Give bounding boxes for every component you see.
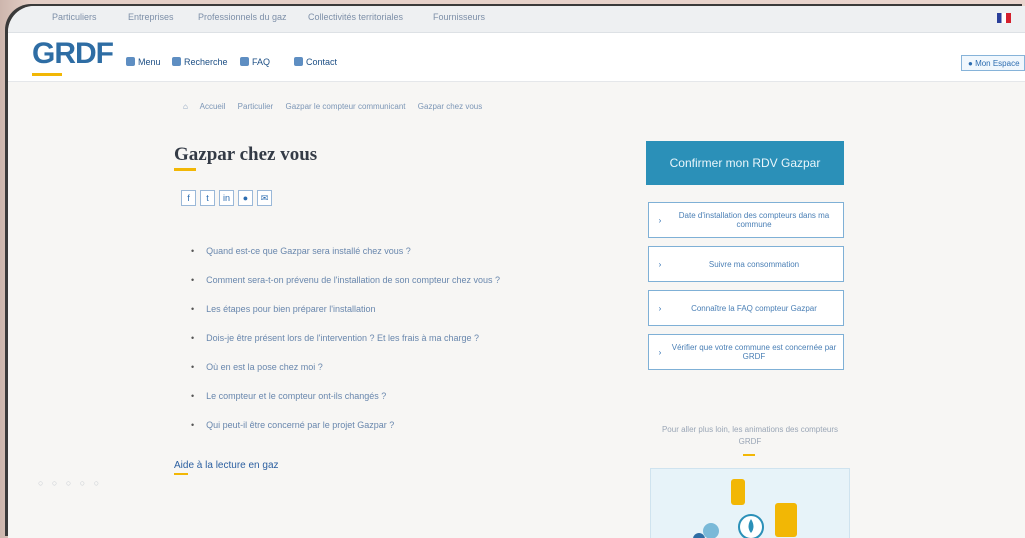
topnav-item-particuliers[interactable]: Particuliers	[52, 12, 97, 22]
nav-faq-label: FAQ	[252, 57, 271, 67]
nav-contact-label: Contact	[306, 57, 338, 67]
login-label: Mon Espace	[975, 59, 1020, 68]
faq-link[interactable]: Quand est-ce que Gazpar sera installé ch…	[191, 246, 500, 275]
topnav-item-entreprises[interactable]: Entreprises	[128, 12, 174, 22]
breadcrumb-item[interactable]: Accueil	[200, 102, 226, 111]
nav-faq[interactable]: FAQ	[240, 57, 270, 67]
question-icon	[240, 57, 249, 66]
meter-illustration-icon	[693, 479, 797, 538]
breadcrumb-item[interactable]: Particulier	[238, 102, 274, 111]
faq-link[interactable]: Qui peut-il être concerné par le projet …	[191, 420, 500, 449]
facebook-share-icon[interactable]: f	[181, 190, 196, 206]
topnav-item-collectivites[interactable]: Collectivités territoriales	[308, 12, 403, 22]
grdf-logo[interactable]: GRDF	[32, 37, 114, 71]
sidebar-link-label: Date d'installation des compteurs dans m…	[678, 211, 830, 229]
faq-link[interactable]: Le compteur et le compteur ont-ils chang…	[191, 391, 500, 420]
title-underline	[174, 168, 196, 171]
chevron-right-icon: ›	[658, 215, 662, 225]
nav-search-label: Recherche	[184, 57, 228, 67]
faq-link[interactable]: Comment sera-t-on prévenu de l'installat…	[191, 275, 500, 304]
twitter-share-icon[interactable]: t	[200, 190, 215, 206]
breadcrumb-current: Gazpar chez vous	[417, 102, 483, 111]
mail-icon	[294, 57, 303, 66]
nav-search[interactable]: Recherche	[172, 57, 228, 67]
email-share-icon[interactable]: ✉	[257, 190, 272, 206]
faq-link[interactable]: Dois-je être présent lors de l'intervent…	[191, 333, 500, 362]
topnav-item-professionnels[interactable]: Professionnels du gaz	[198, 12, 287, 22]
logo-underline	[32, 73, 62, 76]
site-header: GRDF Menu Recherche FAQ Contact ● Mon Es…	[8, 33, 1025, 82]
faq-link[interactable]: Les étapes pour bien préparer l'installa…	[191, 304, 500, 333]
user-icon: ●	[968, 59, 976, 68]
sidebar-link-label: Vérifier que votre commune est concernée…	[671, 343, 837, 361]
faq-link[interactable]: Où en est la pose chez moi ?	[191, 362, 500, 391]
chevron-right-icon: ›	[658, 347, 662, 357]
chevron-right-icon: ›	[658, 259, 662, 269]
promo-text: Pour aller plus loin, les animations des…	[661, 425, 839, 446]
nav-contact[interactable]: Contact	[294, 57, 337, 67]
gazpar-illustration[interactable]	[650, 468, 850, 538]
sidebar-link[interactable]: › Vérifier que votre commune est concerné…	[648, 334, 844, 370]
chevron-right-icon: ›	[658, 303, 662, 313]
nav-menu[interactable]: Menu	[126, 57, 161, 67]
section-heading[interactable]: Aide à la lecture en gaz	[174, 460, 279, 471]
page-title: Gazpar chez vous	[174, 144, 318, 165]
language-flag-icon[interactable]	[997, 13, 1011, 23]
login-button[interactable]: ● Mon Espace	[961, 55, 1025, 71]
breadcrumb-item[interactable]: Gazpar le compteur communicant	[285, 102, 405, 111]
sidebar-link-label: Suivre ma consommation	[708, 259, 800, 269]
linkedin-share-icon[interactable]: in	[219, 190, 234, 206]
nav-menu-label: Menu	[138, 57, 161, 67]
confirm-rdv-button[interactable]: Confirmer mon RDV Gazpar	[646, 141, 844, 185]
top-navigation: Particuliers Entreprises Professionnels …	[8, 6, 1025, 33]
breadcrumb: ⌂ Accueil Particulier Gazpar le compteur…	[183, 102, 492, 111]
home-icon[interactable]: ⌂	[183, 102, 188, 111]
promo-underline	[743, 454, 755, 456]
section-underline	[174, 473, 188, 475]
share-buttons: f t in ● ✉	[181, 188, 276, 206]
menu-icon	[126, 57, 135, 66]
search-icon	[172, 57, 181, 66]
topnav-item-fournisseurs[interactable]: Fournisseurs	[433, 12, 485, 22]
sidebar-link[interactable]: › Connaître la FAQ compteur Gazpar	[648, 290, 844, 326]
share-icon[interactable]: ●	[238, 190, 253, 206]
browser-screen: Particuliers Entreprises Professionnels …	[8, 6, 1025, 538]
carousel-dots[interactable]: ○ ○ ○ ○ ○	[38, 478, 102, 488]
sidebar-link[interactable]: › Date d'installation des compteurs dans …	[648, 202, 844, 238]
sidebar-link[interactable]: › Suivre ma consommation	[648, 246, 844, 282]
sidebar-link-label: Connaître la FAQ compteur Gazpar	[691, 303, 817, 313]
faq-list: Quand est-ce que Gazpar sera installé ch…	[191, 246, 500, 449]
